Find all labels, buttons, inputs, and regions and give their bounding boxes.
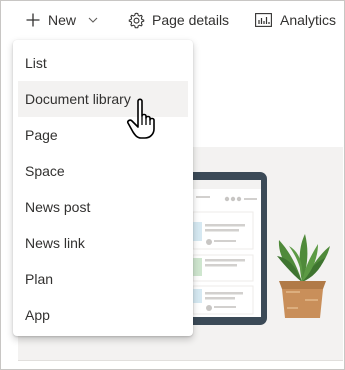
menu-item-news-link[interactable]: News link	[18, 225, 188, 261]
page-divider	[18, 360, 343, 361]
command-bar: New Page details Analytics	[0, 0, 345, 40]
plus-icon	[26, 13, 40, 27]
hand-pointer-icon	[127, 98, 155, 139]
menu-item-app[interactable]: App	[18, 297, 188, 333]
page-details-label: Page details	[152, 12, 230, 28]
analytics-button[interactable]: Analytics	[255, 0, 336, 40]
analytics-label: Analytics	[280, 12, 337, 28]
new-button-label: New	[48, 12, 77, 28]
new-dropdown-menu: List Document library Page Space News po…	[13, 40, 193, 336]
new-button[interactable]: New	[26, 0, 98, 40]
page-details-button[interactable]: Page details	[128, 0, 229, 40]
menu-item-list[interactable]: List	[18, 45, 188, 81]
chevron-down-icon	[88, 17, 98, 23]
gear-icon	[128, 12, 145, 28]
menu-item-space[interactable]: Space	[18, 153, 188, 189]
bar-chart-icon	[255, 13, 272, 27]
menu-item-plan[interactable]: Plan	[18, 261, 188, 297]
menu-item-news-post[interactable]: News post	[18, 189, 188, 225]
